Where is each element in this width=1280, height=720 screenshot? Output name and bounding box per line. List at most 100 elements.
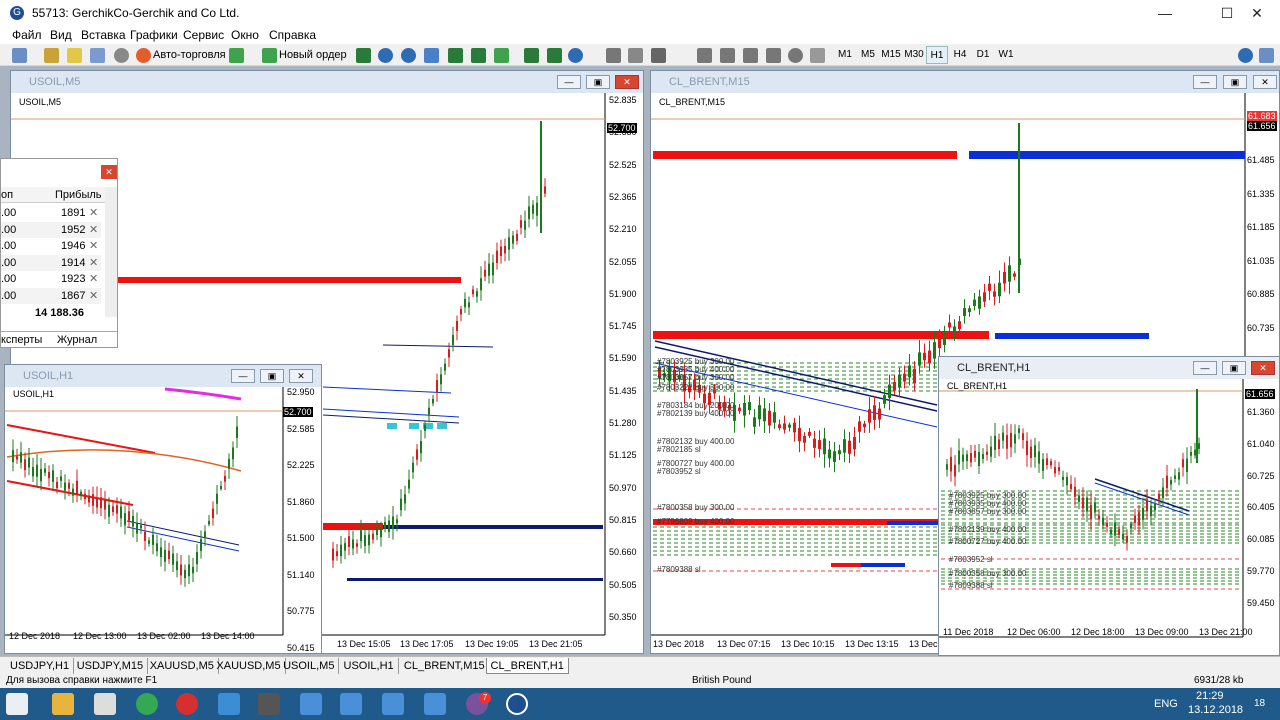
mail-icon[interactable]: [94, 693, 116, 715]
chart-tab[interactable]: USDJPY,H1: [6, 658, 75, 674]
tf-d1[interactable]: D1: [972, 46, 994, 64]
clock-icon[interactable]: [568, 48, 583, 63]
chart-tab[interactable]: USOIL,M5: [279, 658, 340, 674]
trend-line-icon[interactable]: [697, 48, 712, 63]
community-icon[interactable]: [1259, 48, 1274, 63]
tab-journal[interactable]: Журнал: [57, 334, 97, 346]
minimize-icon[interactable]: —: [557, 75, 581, 89]
close-order-icon[interactable]: ✕: [89, 289, 98, 302]
restore-icon[interactable]: ▣: [1222, 361, 1246, 375]
minimize-button[interactable]: —: [1142, 0, 1188, 26]
tf-m5[interactable]: M5: [857, 46, 879, 64]
profiles-icon[interactable]: [44, 48, 59, 63]
column-profit[interactable]: Прибыль: [55, 189, 102, 201]
tf-m30[interactable]: M30: [903, 46, 925, 64]
table-row[interactable]: .00 1952 ✕: [1, 221, 101, 238]
chart-tab[interactable]: CL_BRENT,M15: [400, 658, 490, 674]
terminal-app-icon[interactable]: [340, 693, 362, 715]
minimize-icon[interactable]: —: [231, 369, 255, 383]
tf-m1[interactable]: M1: [834, 46, 856, 64]
autotrading-button[interactable]: Авто-торговля: [153, 47, 226, 64]
close-order-icon[interactable]: ✕: [89, 223, 98, 236]
zoom-in-icon[interactable]: [378, 48, 393, 63]
opera-icon[interactable]: [176, 693, 198, 715]
tf-m15[interactable]: M15: [880, 46, 902, 64]
vertical-line-icon[interactable]: [628, 48, 643, 63]
chart-shift-icon[interactable]: [448, 48, 463, 63]
table-row[interactable]: .00 1891 ✕: [1, 205, 101, 221]
restore-icon[interactable]: ▣: [586, 75, 610, 89]
chart-tab[interactable]: CL_BRENT,H1: [485, 658, 569, 674]
menu-help[interactable]: Справка: [269, 28, 316, 42]
minimize-icon[interactable]: —: [1193, 75, 1217, 89]
terminal-app-icon[interactable]: [300, 693, 322, 715]
menu-tools[interactable]: Сервис: [183, 28, 224, 42]
tf-h4[interactable]: H4: [949, 46, 971, 64]
table-row[interactable]: .00 1914 ✕: [1, 254, 101, 271]
new-order-button[interactable]: Новый ордер: [279, 47, 347, 64]
restore-icon[interactable]: ▣: [260, 369, 284, 383]
scrollbar[interactable]: [105, 187, 117, 317]
calculator-icon[interactable]: [258, 693, 280, 715]
notification-count[interactable]: 18: [1254, 698, 1265, 709]
new-chart-icon[interactable]: [12, 48, 27, 63]
close-icon[interactable]: ✕: [1253, 75, 1277, 89]
fibo-icon[interactable]: [743, 48, 758, 63]
terminal-app-icon[interactable]: [424, 693, 446, 715]
file-explorer-icon[interactable]: [52, 693, 74, 715]
chart-tab[interactable]: XAUUSD,M5: [212, 658, 286, 674]
chart-window-cl-brent-h1[interactable]: CL_BRENT,H1 — ▣ ✕ CL_BRENT,H1 61.360 61.0…: [938, 356, 1280, 656]
chrome-icon[interactable]: [136, 693, 158, 715]
close-order-icon[interactable]: ✕: [89, 239, 98, 252]
crosshair-icon[interactable]: [114, 48, 129, 63]
restore-icon[interactable]: ▣: [1223, 75, 1247, 89]
indicators-icon[interactable]: [229, 48, 244, 63]
terminal-app-icon[interactable]: [382, 693, 404, 715]
market-watch-icon[interactable]: [67, 48, 82, 63]
horizontal-line-icon[interactable]: [651, 48, 666, 63]
chart-canvas[interactable]: USOIL,H1 52.950 52.585 52.225 51.860 51.500 5…: [5, 387, 321, 653]
templates-icon[interactable]: [547, 48, 562, 63]
bar-chart-icon[interactable]: [356, 48, 371, 63]
close-order-icon[interactable]: ✕: [89, 256, 98, 269]
close-order-icon[interactable]: ✕: [89, 272, 98, 285]
close-icon[interactable]: ✕: [615, 75, 639, 89]
language-indicator[interactable]: ENG: [1154, 698, 1178, 710]
chart-canvas[interactable]: CL_BRENT,H1 61.360 61.040 60.725 60.405 60.0…: [939, 379, 1279, 655]
tf-w1[interactable]: W1: [995, 46, 1017, 64]
ellipse-icon[interactable]: [788, 48, 803, 63]
search-icon[interactable]: [1238, 48, 1253, 63]
autotrading-icon[interactable]: [136, 48, 151, 63]
chart-tab[interactable]: USDJPY,M15: [73, 658, 149, 674]
close-order-icon[interactable]: ✕: [89, 206, 98, 219]
tile-windows-icon[interactable]: [424, 48, 439, 63]
new-order-icon[interactable]: [262, 48, 277, 63]
windows-start-icon[interactable]: [6, 693, 28, 715]
draw-icon[interactable]: [766, 48, 781, 63]
periods-icon[interactable]: [524, 48, 539, 63]
chart-tab[interactable]: XAUUSD,M5: [146, 658, 219, 674]
chart-window-usoil-h1[interactable]: USOIL,H1 — ▣ ✕ USOIL,H1 52.950 52.585 52.2…: [4, 364, 322, 654]
app-icon[interactable]: [218, 693, 240, 715]
menu-view[interactable]: Вид: [50, 28, 72, 42]
close-icon[interactable]: ✕: [101, 165, 117, 179]
cursor-cross-icon[interactable]: [606, 48, 621, 63]
navigator-icon[interactable]: [90, 48, 105, 63]
close-button[interactable]: ✕: [1234, 0, 1280, 26]
menu-window[interactable]: Окно: [231, 28, 259, 42]
chart-tab[interactable]: USOIL,H1: [340, 658, 399, 674]
minimize-icon[interactable]: —: [1193, 361, 1217, 375]
table-row[interactable]: .00 1867 ✕: [1, 287, 101, 304]
channel-icon[interactable]: [720, 48, 735, 63]
close-icon[interactable]: ✕: [289, 369, 313, 383]
add-indicator-icon[interactable]: [494, 48, 509, 63]
table-row[interactable]: .00 1946 ✕: [1, 238, 101, 254]
column-stop[interactable]: оп: [1, 189, 13, 201]
tf-h1[interactable]: H1: [926, 46, 948, 64]
table-row[interactable]: .00 1923 ✕: [1, 271, 101, 287]
metatrader-icon[interactable]: [506, 693, 528, 715]
text-icon[interactable]: [810, 48, 825, 63]
close-icon[interactable]: ✕: [1251, 361, 1275, 375]
autoscroll-icon[interactable]: [471, 48, 486, 63]
menu-file[interactable]: Файл: [12, 28, 42, 42]
